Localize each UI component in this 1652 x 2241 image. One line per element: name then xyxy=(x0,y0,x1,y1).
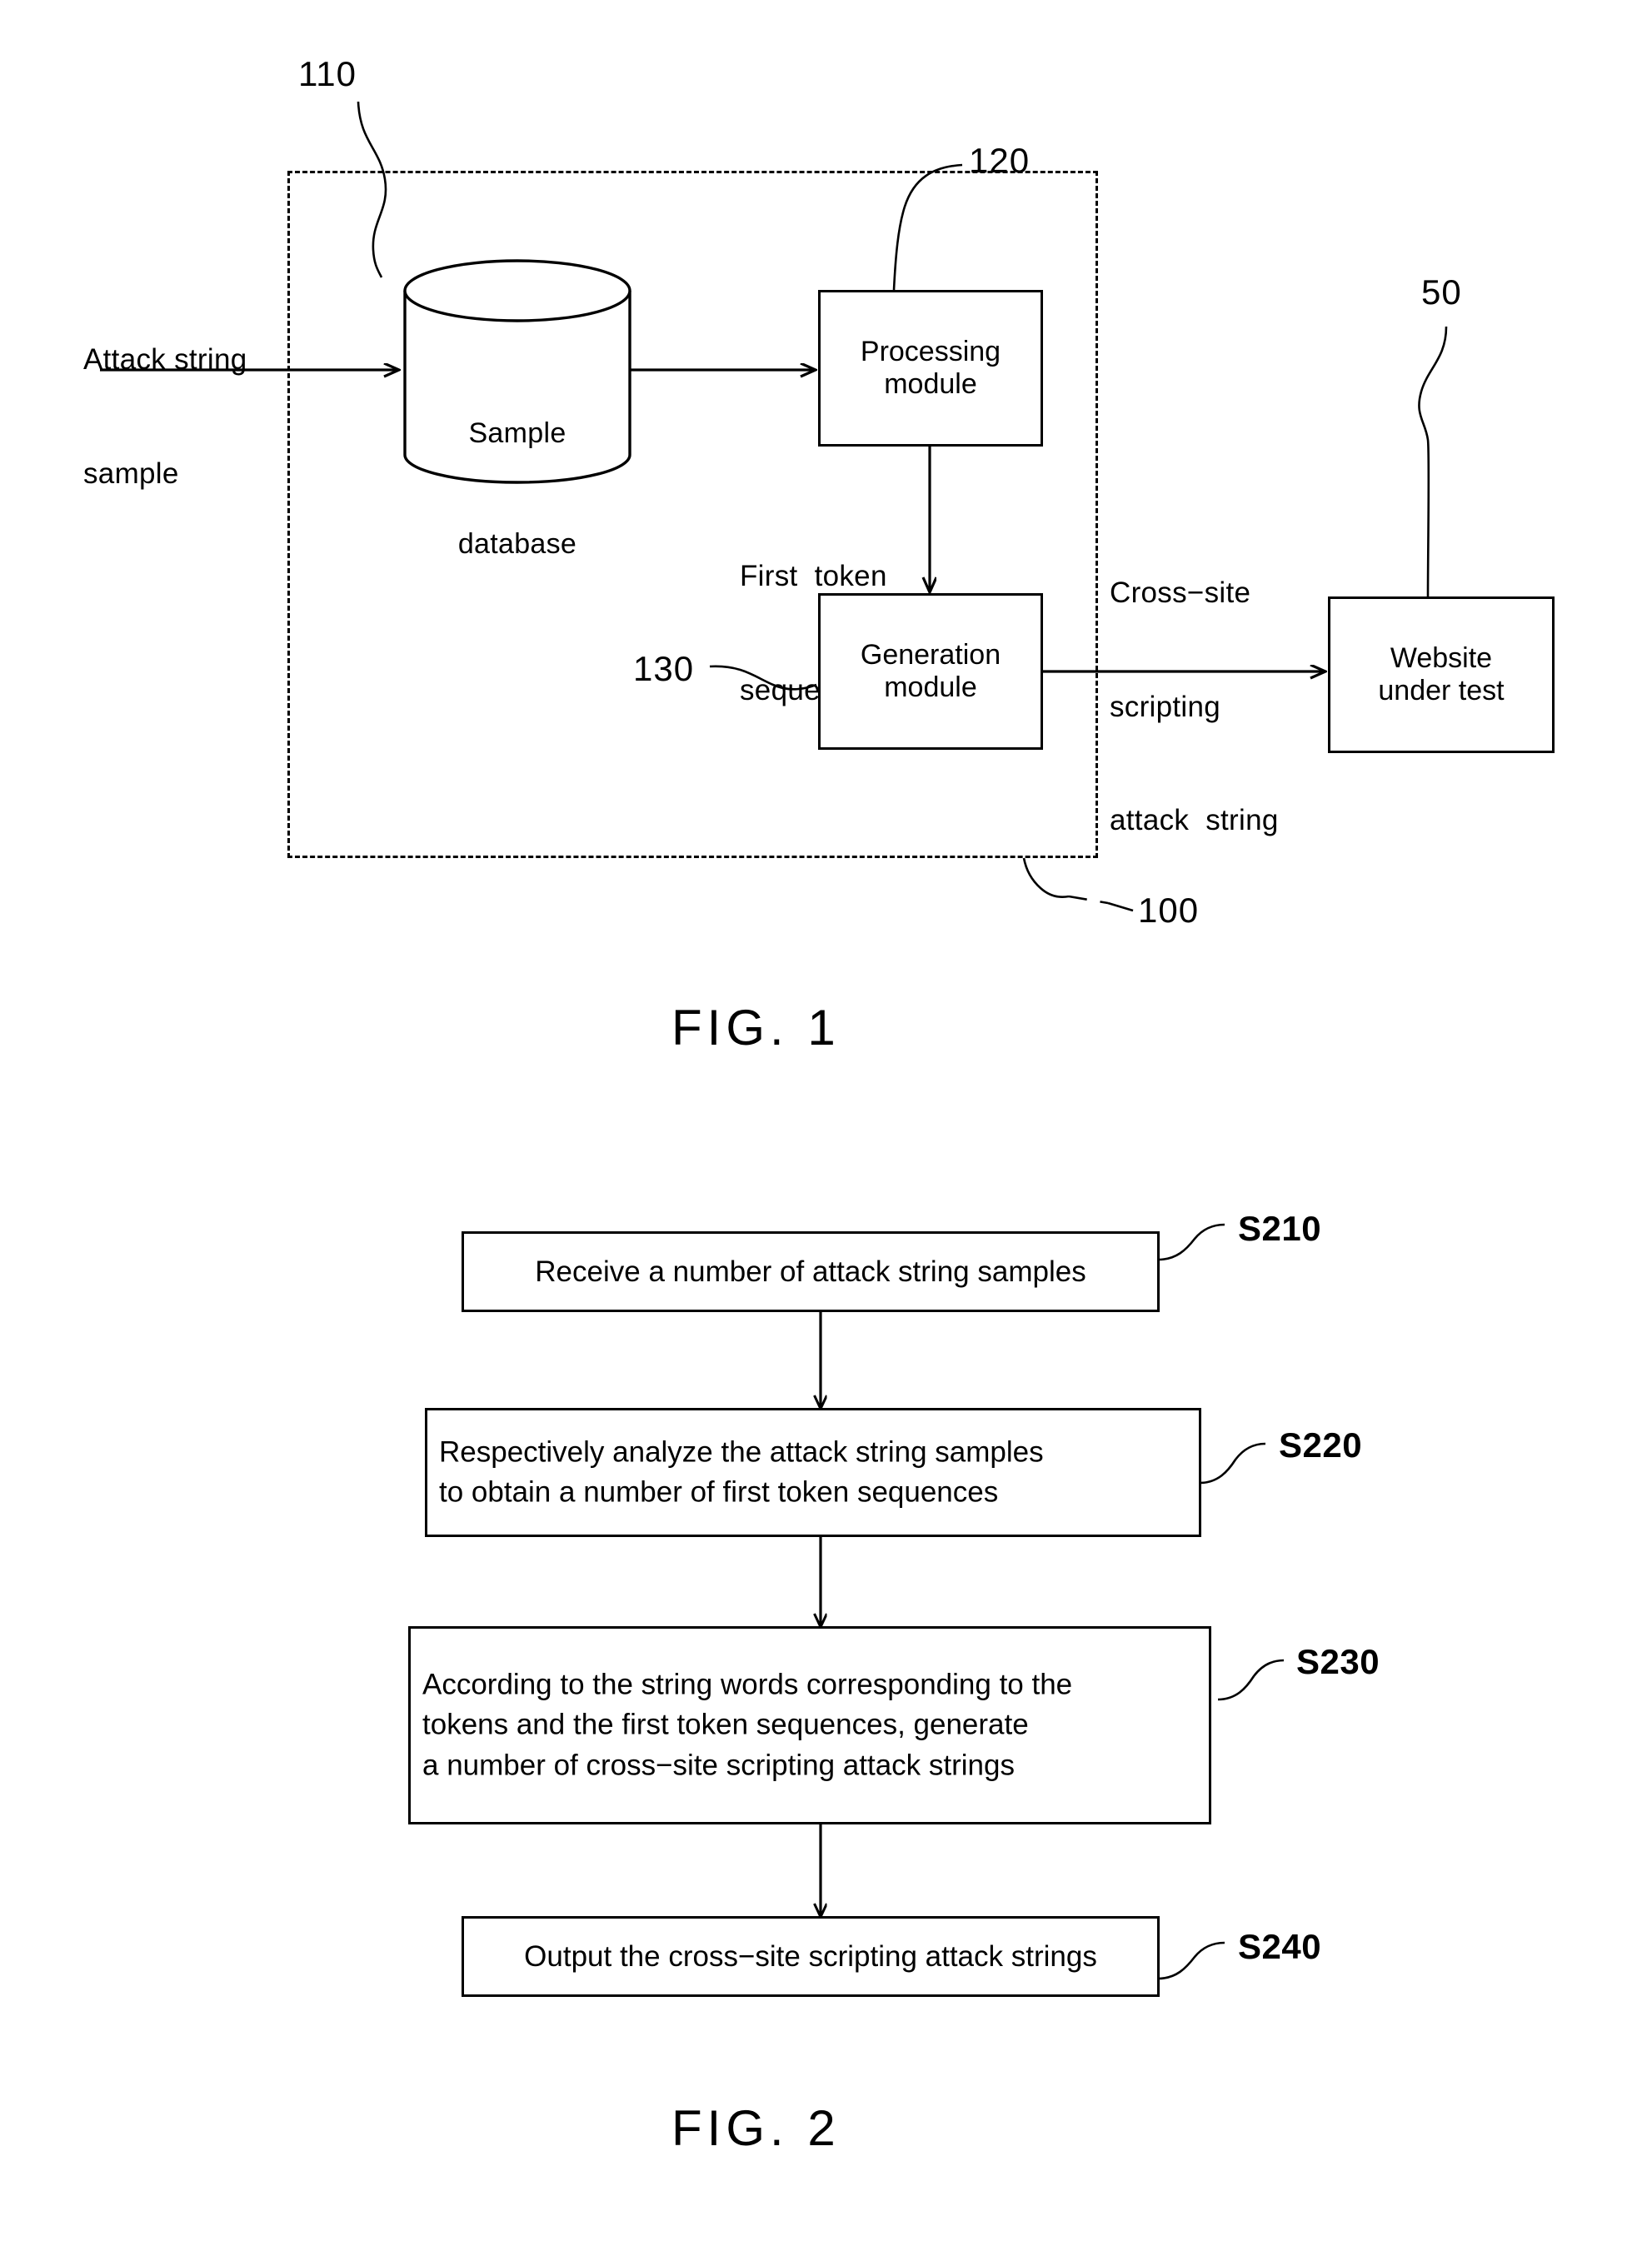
step-reference-s230: S230 xyxy=(1296,1642,1380,1681)
reference-numeral-130: 130 xyxy=(633,649,695,688)
processing-module-box: Processing module xyxy=(818,290,1043,447)
xss-string-line2: scripting xyxy=(1110,690,1221,723)
step-reference-s240: S240 xyxy=(1238,1927,1322,1966)
input-label-attack-string-sample: Attack string sample xyxy=(83,265,247,568)
flow-step-s230-line3: a number of cross−site scripting attack … xyxy=(422,1749,1015,1782)
reference-numeral-100: 100 xyxy=(1138,891,1200,930)
leader-s210 xyxy=(1157,1223,1225,1261)
edge-label-xss-attack-string: Cross−site scripting attack string xyxy=(1110,498,1279,916)
step-reference-s210: S210 xyxy=(1238,1209,1322,1248)
input-label-line1: Attack string xyxy=(83,343,247,376)
generation-module-line2: module xyxy=(884,671,977,703)
flow-step-box-s210: Receive a number of attack string sample… xyxy=(462,1231,1160,1312)
website-line1: Website xyxy=(1390,642,1493,674)
flow-step-s220-line1: Respectively analyze the attack string s… xyxy=(439,1435,1044,1469)
leader-100-curve xyxy=(1022,857,1070,898)
generation-module-line1: Generation xyxy=(860,639,1001,671)
generation-module-label: Generation module xyxy=(821,639,1041,704)
step-reference-s220: S220 xyxy=(1279,1425,1363,1465)
flow-step-box-s220: Respectively analyze the attack string s… xyxy=(425,1408,1201,1537)
website-under-test-box: Website under test xyxy=(1328,596,1555,753)
leader-s220 xyxy=(1199,1442,1266,1485)
first-token-line1: First token xyxy=(740,560,887,592)
processing-module-label: Processing module xyxy=(821,336,1041,401)
website-under-test-label: Website under test xyxy=(1330,642,1552,707)
reference-numeral-50: 50 xyxy=(1421,272,1462,312)
leader-100-dash xyxy=(1068,895,1109,905)
processing-module-line1: Processing xyxy=(860,336,1001,367)
flow-step-s230-line1: According to the string words correspond… xyxy=(422,1668,1073,1701)
flow-step-s240-line1: Output the cross−site scripting attack s… xyxy=(524,1939,1097,1973)
figure-1-caption: FIG. 1 xyxy=(671,1000,841,1056)
flow-step-box-s240: Output the cross−site scripting attack s… xyxy=(462,1916,1160,1997)
xss-string-line1: Cross−site xyxy=(1110,576,1251,609)
sample-database-line1: Sample xyxy=(468,417,566,450)
flow-step-s240-text: Output the cross−site scripting attack s… xyxy=(476,1936,1145,1976)
reference-numeral-120: 120 xyxy=(969,141,1031,180)
flow-step-s210-text: Receive a number of attack string sample… xyxy=(476,1251,1145,1291)
website-line2: under test xyxy=(1378,675,1505,706)
input-label-line2: sample xyxy=(83,457,179,490)
reference-numeral-110: 110 xyxy=(298,54,357,93)
leader-s240 xyxy=(1157,1941,1225,1980)
sample-database-line2: database xyxy=(457,527,577,560)
processing-module-line2: module xyxy=(884,368,977,400)
xss-string-line3: attack string xyxy=(1110,804,1279,836)
leader-s230 xyxy=(1217,1659,1285,1701)
flow-step-box-s230: According to the string words correspond… xyxy=(408,1626,1211,1824)
patent-drawing-page: 110 Attack string sample Sample database… xyxy=(0,0,1652,2241)
flow-step-s230-text: According to the string words correspond… xyxy=(422,1665,1197,1786)
flow-step-s220-line2: to obtain a number of first token sequen… xyxy=(439,1475,999,1509)
flow-step-s210-line1: Receive a number of attack string sample… xyxy=(535,1255,1086,1288)
leader-50 xyxy=(1418,326,1448,597)
figure-2-caption: FIG. 2 xyxy=(671,2100,841,2156)
sample-database-label: Sample database xyxy=(405,342,630,636)
generation-module-box: Generation module xyxy=(818,593,1043,750)
flow-step-s220-text: Respectively analyze the attack string s… xyxy=(439,1432,1187,1513)
flow-step-s230-line2: tokens and the first token sequences, ge… xyxy=(422,1708,1029,1741)
